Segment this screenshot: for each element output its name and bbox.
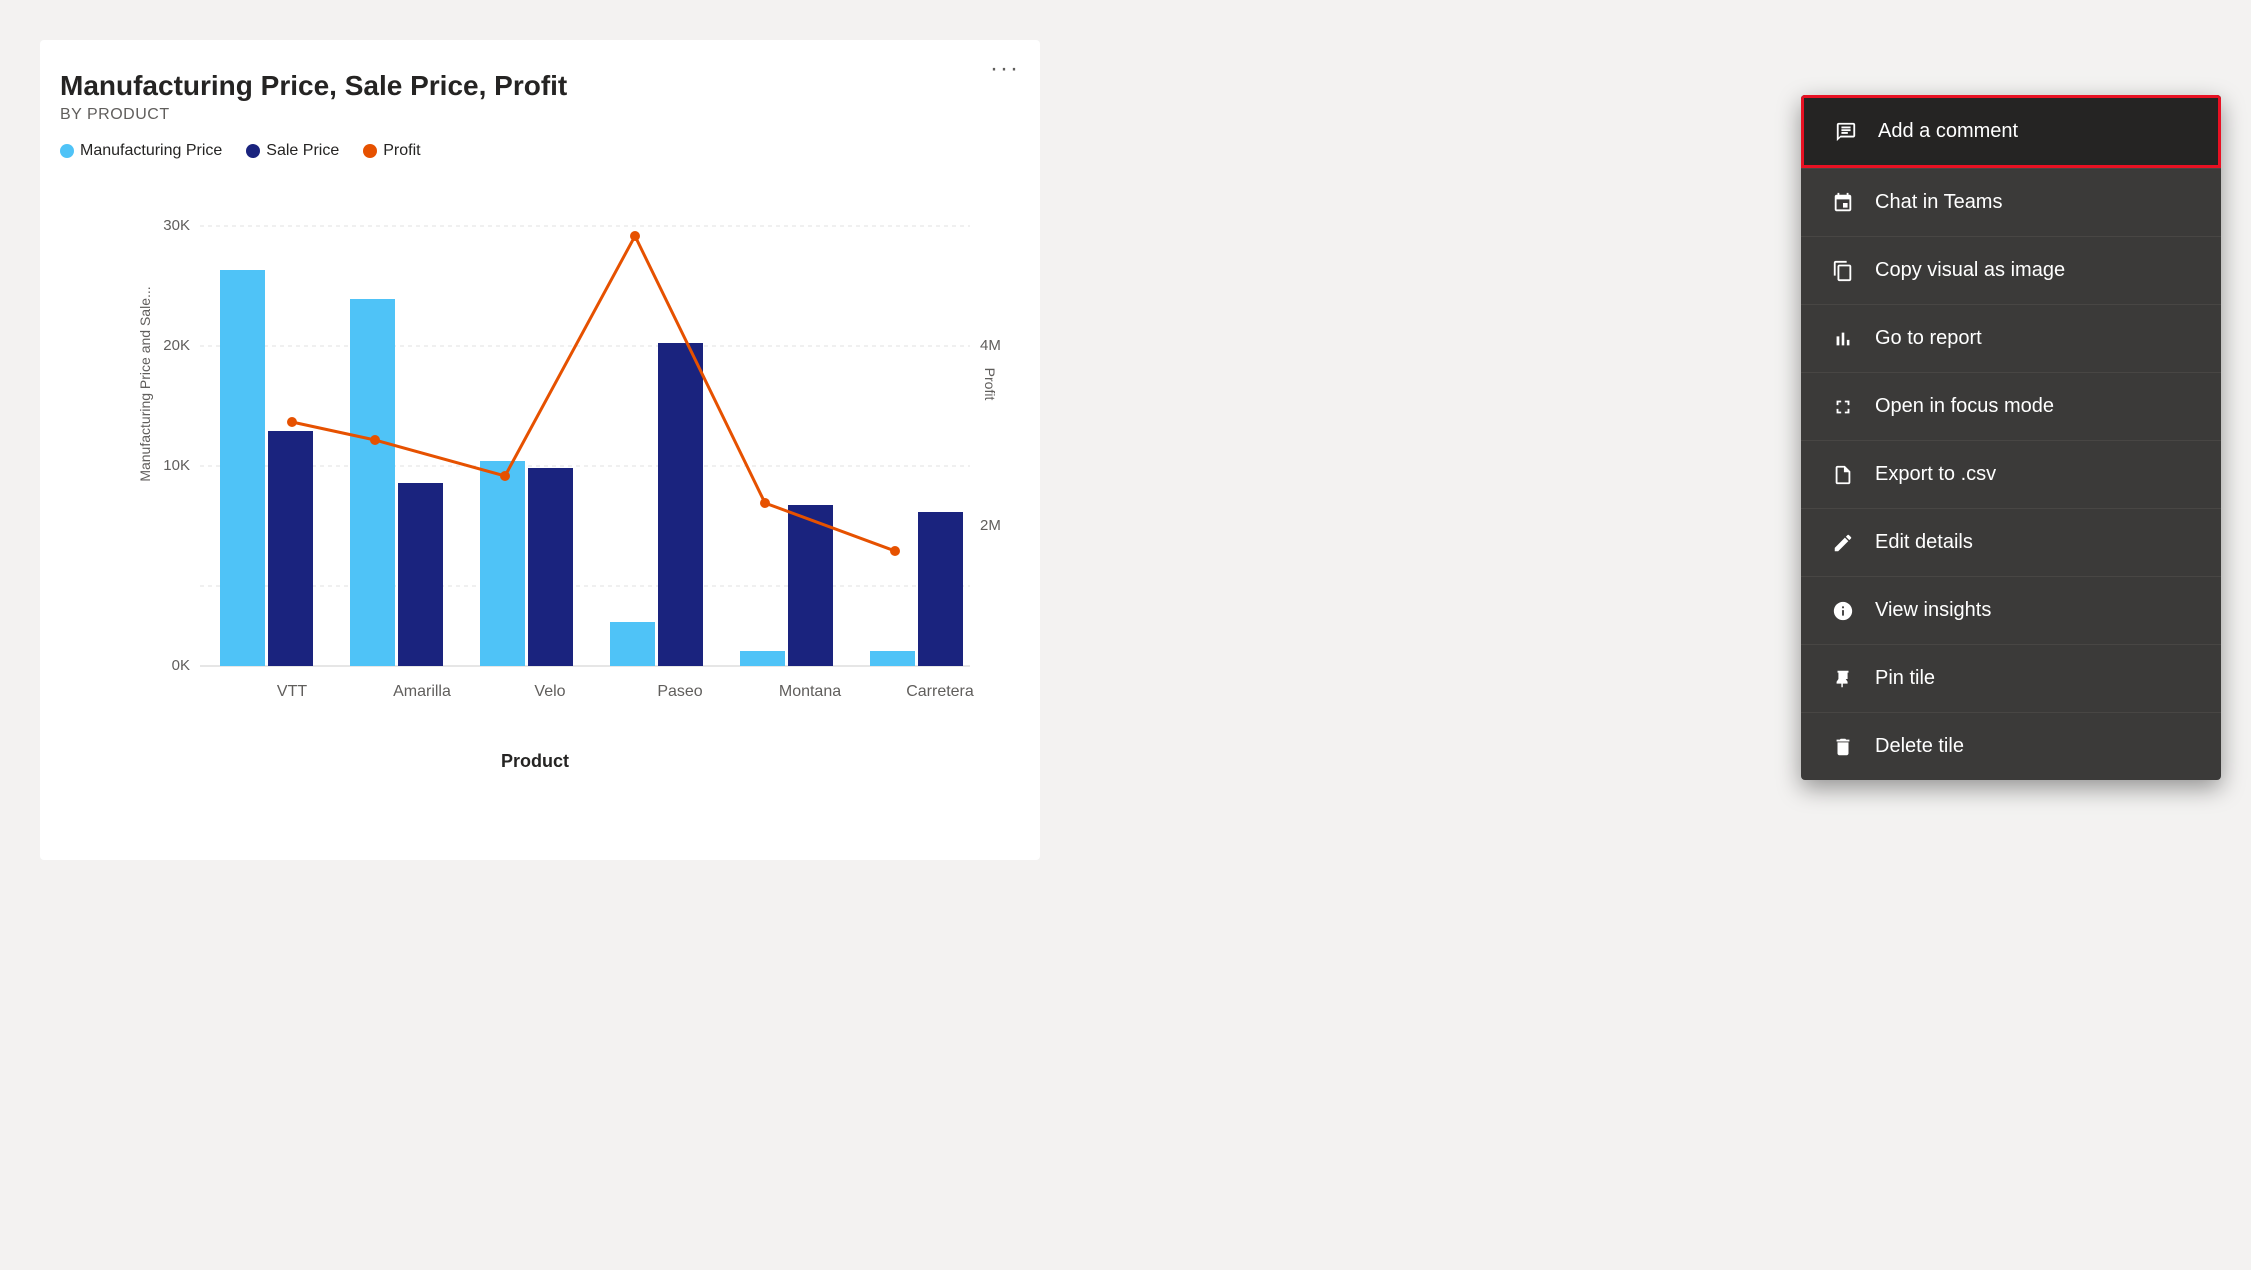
chart-panel: Manufacturing Price, Sale Price, Profit …: [40, 40, 1040, 860]
delete-tile-icon: [1829, 736, 1857, 758]
y-axis-left-label: Manufacturing Price and Sale...: [137, 284, 153, 484]
legend-label-profit: Profit: [383, 142, 420, 160]
pin-tile-icon: [1829, 668, 1857, 690]
legend-profit: Profit: [363, 142, 420, 160]
svg-text:VTT: VTT: [277, 683, 307, 700]
more-options-button[interactable]: ···: [990, 55, 1020, 83]
svg-text:Montana: Montana: [779, 683, 841, 700]
export-csv-label: Export to .csv: [1875, 463, 1996, 486]
legend-label-sale: Sale Price: [266, 142, 339, 160]
menu-item-export-csv[interactable]: Export to .csv: [1801, 441, 2221, 508]
menu-item-pin-tile[interactable]: Pin tile: [1801, 645, 2221, 712]
export-csv-icon: [1829, 464, 1857, 486]
svg-text:Carretera: Carretera: [906, 683, 974, 700]
menu-item-delete-tile[interactable]: Delete tile: [1801, 713, 2221, 780]
go-to-report-label: Go to report: [1875, 327, 1982, 350]
add-comment-icon: [1832, 121, 1860, 143]
chart-legend: Manufacturing Price Sale Price Profit: [60, 142, 1010, 160]
legend-manufacturing-price: Manufacturing Price: [60, 142, 222, 160]
context-menu: Add a comment Chat in Teams Copy visual …: [1801, 95, 2221, 780]
chart-title: Manufacturing Price, Sale Price, Profit: [60, 70, 1010, 102]
menu-item-edit-details[interactable]: Edit details: [1801, 509, 2221, 576]
legend-dot-profit: [363, 144, 377, 158]
chart-svg: 30K 20K 10K 0K 4M 2M: [140, 176, 1000, 736]
add-comment-label: Add a comment: [1878, 120, 2018, 143]
legend-dot-manufacturing: [60, 144, 74, 158]
x-axis-label: Product: [60, 751, 1010, 772]
menu-item-chat-in-teams[interactable]: Chat in Teams: [1801, 169, 2221, 236]
menu-item-open-focus[interactable]: Open in focus mode: [1801, 373, 2221, 440]
svg-text:20K: 20K: [163, 337, 190, 354]
chart-subtitle: BY PRODUCT: [60, 106, 1010, 124]
edit-details-label: Edit details: [1875, 531, 1973, 554]
open-focus-icon: [1829, 396, 1857, 418]
legend-sale-price: Sale Price: [246, 142, 339, 160]
svg-text:30K: 30K: [163, 217, 190, 234]
copy-visual-label: Copy visual as image: [1875, 259, 2065, 282]
chat-in-teams-icon: [1829, 192, 1857, 214]
svg-text:Amarilla: Amarilla: [393, 683, 451, 700]
y-axis-right-label: Profit: [982, 324, 998, 444]
view-insights-icon: [1829, 600, 1857, 622]
svg-text:0K: 0K: [172, 657, 190, 674]
svg-text:Velo: Velo: [534, 683, 565, 700]
menu-item-copy-visual[interactable]: Copy visual as image: [1801, 237, 2221, 304]
copy-visual-icon: [1829, 260, 1857, 282]
legend-dot-sale: [246, 144, 260, 158]
menu-item-add-comment[interactable]: Add a comment: [1801, 95, 2221, 168]
chat-in-teams-label: Chat in Teams: [1875, 191, 2002, 214]
delete-tile-label: Delete tile: [1875, 735, 1964, 758]
svg-text:10K: 10K: [163, 457, 190, 474]
pin-tile-label: Pin tile: [1875, 667, 1935, 690]
menu-item-view-insights[interactable]: View insights: [1801, 577, 2221, 644]
view-insights-label: View insights: [1875, 599, 1991, 622]
menu-item-go-to-report[interactable]: Go to report: [1801, 305, 2221, 372]
svg-text:Paseo: Paseo: [657, 683, 702, 700]
legend-label-manufacturing: Manufacturing Price: [80, 142, 222, 160]
svg-text:2M: 2M: [980, 517, 1000, 534]
edit-details-icon: [1829, 532, 1857, 554]
go-to-report-icon: [1829, 328, 1857, 350]
open-focus-label: Open in focus mode: [1875, 395, 2054, 418]
